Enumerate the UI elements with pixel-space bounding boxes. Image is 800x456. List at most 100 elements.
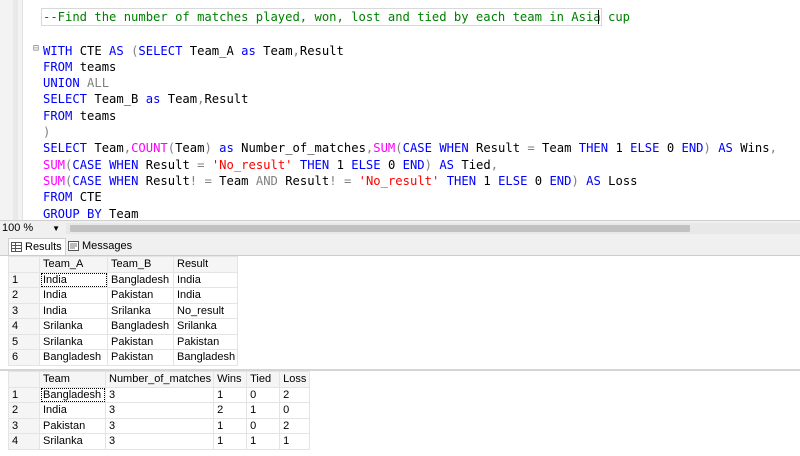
code-line[interactable]: SUM(CASE WHEN Result! = Team AND Result!… [43, 173, 800, 189]
table-cell[interactable]: 1 [213, 433, 248, 450]
table-cell[interactable]: Pakistan [172, 333, 239, 350]
table-cell[interactable]: 0 [246, 417, 281, 434]
column-header[interactable]: Team [39, 371, 106, 388]
code-line[interactable]: WITH CTE AS (SELECT Team_A as Team,Resul… [43, 43, 800, 59]
table-cell[interactable]: India [39, 287, 108, 304]
row-number[interactable]: 3 [8, 302, 40, 319]
zoom-select[interactable]: 100 % ▼ [2, 221, 62, 236]
table-row[interactable]: 6 Bangladesh Pakistan Bangladesh [8, 349, 239, 366]
table-row[interactable]: 3 India Srilanka No_result [8, 302, 239, 319]
grid-corner[interactable] [8, 256, 40, 273]
table-cell[interactable]: Bangladesh [107, 271, 174, 288]
row-number[interactable]: 2 [8, 287, 40, 304]
column-header[interactable]: Wins [213, 371, 248, 388]
table-cell[interactable]: Bangladesh [39, 349, 108, 366]
table-cell[interactable]: 3 [104, 433, 215, 450]
table-cell[interactable]: Pakistan [107, 287, 174, 304]
chevron-down-icon[interactable]: ▼ [52, 221, 60, 236]
table-row[interactable]: 3 Pakistan 3 1 0 2 [8, 417, 311, 434]
row-number[interactable]: 1 [8, 386, 40, 403]
row-number[interactable]: 4 [8, 433, 40, 450]
code-token: THEN [578, 141, 609, 156]
grid-corner[interactable] [8, 371, 40, 388]
table-cell[interactable]: Pakistan [107, 333, 174, 350]
row-number[interactable]: 2 [8, 402, 40, 419]
table-cell[interactable]: Srilanka [172, 318, 239, 335]
column-header[interactable]: Team_A [39, 256, 108, 273]
table-cell[interactable]: Bangladesh [172, 349, 239, 366]
table-cell[interactable]: India [39, 302, 108, 319]
column-header[interactable]: Result [172, 256, 239, 273]
code-line[interactable]: SELECT Team_B as Team,Result [43, 91, 800, 107]
table-row[interactable]: 2 India Pakistan India [8, 287, 239, 304]
table-cell[interactable]: 2 [279, 417, 311, 434]
table-cell[interactable]: 3 [104, 417, 215, 434]
table-cell[interactable]: Bangladesh [39, 386, 106, 403]
table-cell[interactable]: 3 [104, 402, 215, 419]
scrollbar-thumb[interactable] [70, 225, 690, 232]
table-row[interactable]: 5 Srilanka Pakistan Pakistan [8, 333, 239, 350]
code-token: Team_A [182, 43, 242, 58]
code-token: teams [72, 59, 117, 74]
code-line[interactable]: SELECT Team,COUNT(Team) as Number_of_mat… [43, 140, 800, 156]
table-cell[interactable]: 2 [279, 386, 311, 403]
column-header[interactable]: Number_of_matches [104, 371, 215, 388]
column-header[interactable]: Loss [279, 371, 311, 388]
column-header[interactable]: Team_B [107, 256, 174, 273]
table-row[interactable]: 4 Srilanka 3 1 1 1 [8, 433, 311, 450]
table-cell[interactable]: 2 [213, 402, 248, 419]
code-line[interactable]: FROM teams [43, 59, 800, 75]
code-token: ) [43, 125, 51, 140]
table-cell[interactable]: India [39, 271, 108, 288]
table-row[interactable]: 4 Srilanka Bangladesh Srilanka [8, 318, 239, 335]
code-line[interactable]: --Find the number of matches played, won… [41, 8, 630, 27]
table-cell[interactable]: 0 [279, 402, 311, 419]
table-cell[interactable]: 1 [246, 402, 281, 419]
code-line[interactable]: FROM CTE [43, 189, 800, 205]
table-cell[interactable]: Srilanka [107, 302, 174, 319]
table-cell[interactable]: Srilanka [39, 433, 106, 450]
table-cell[interactable]: 3 [104, 386, 215, 403]
code-token: , [490, 157, 499, 172]
code-token: COUNT [131, 141, 168, 156]
code-token: FROM [43, 59, 73, 74]
code-line[interactable]: SUM(CASE WHEN Result = 'No_result' THEN … [43, 157, 800, 173]
row-number[interactable]: 6 [8, 349, 40, 366]
code-area[interactable]: --Find the number of matches played, won… [41, 8, 800, 220]
table-cell[interactable]: India [39, 402, 106, 419]
table-cell[interactable]: India [172, 287, 239, 304]
table-cell[interactable]: India [172, 271, 239, 288]
row-number[interactable]: 3 [8, 417, 40, 434]
table-cell[interactable]: Srilanka [39, 318, 108, 335]
table-cell[interactable]: 0 [246, 386, 281, 403]
table-cell[interactable]: Pakistan [107, 349, 174, 366]
code-line[interactable]: FROM teams [43, 108, 800, 124]
table-cell[interactable]: No_result [172, 302, 239, 319]
table-cell[interactable]: 1 [213, 417, 248, 434]
table-cell[interactable]: 1 [279, 433, 311, 450]
code-line[interactable]: GROUP BY Team [43, 206, 800, 220]
code-line[interactable]: ) [43, 124, 800, 140]
tab-messages[interactable]: Messages [66, 238, 135, 254]
table-cell[interactable]: Bangladesh [107, 318, 174, 335]
code-token: END [549, 173, 572, 188]
sql-editor[interactable]: ⊟ --Find the number of matches played, w… [0, 0, 800, 220]
table-cell[interactable]: 1 [213, 386, 248, 403]
table-cell[interactable]: 1 [246, 433, 281, 450]
table-row[interactable]: 1 Bangladesh 3 1 0 2 [8, 386, 311, 403]
row-number[interactable]: 1 [8, 271, 40, 288]
table-row[interactable]: 2 India 3 2 1 0 [8, 402, 311, 419]
horizontal-scrollbar[interactable] [66, 223, 800, 234]
row-number[interactable]: 5 [8, 333, 40, 350]
code-line[interactable]: UNION ALL [43, 75, 800, 91]
column-header[interactable]: Tied [246, 371, 281, 388]
row-number[interactable]: 4 [8, 318, 40, 335]
table-cell[interactable]: Pakistan [39, 417, 106, 434]
code-line[interactable] [43, 26, 800, 42]
code-token: WHEN [109, 157, 139, 172]
table-cell[interactable]: Srilanka [39, 333, 108, 350]
tab-results[interactable]: Results [8, 238, 66, 255]
table-row[interactable]: 1 India Bangladesh India [8, 271, 239, 288]
fold-collapse-icon[interactable]: ⊟ [33, 43, 39, 54]
